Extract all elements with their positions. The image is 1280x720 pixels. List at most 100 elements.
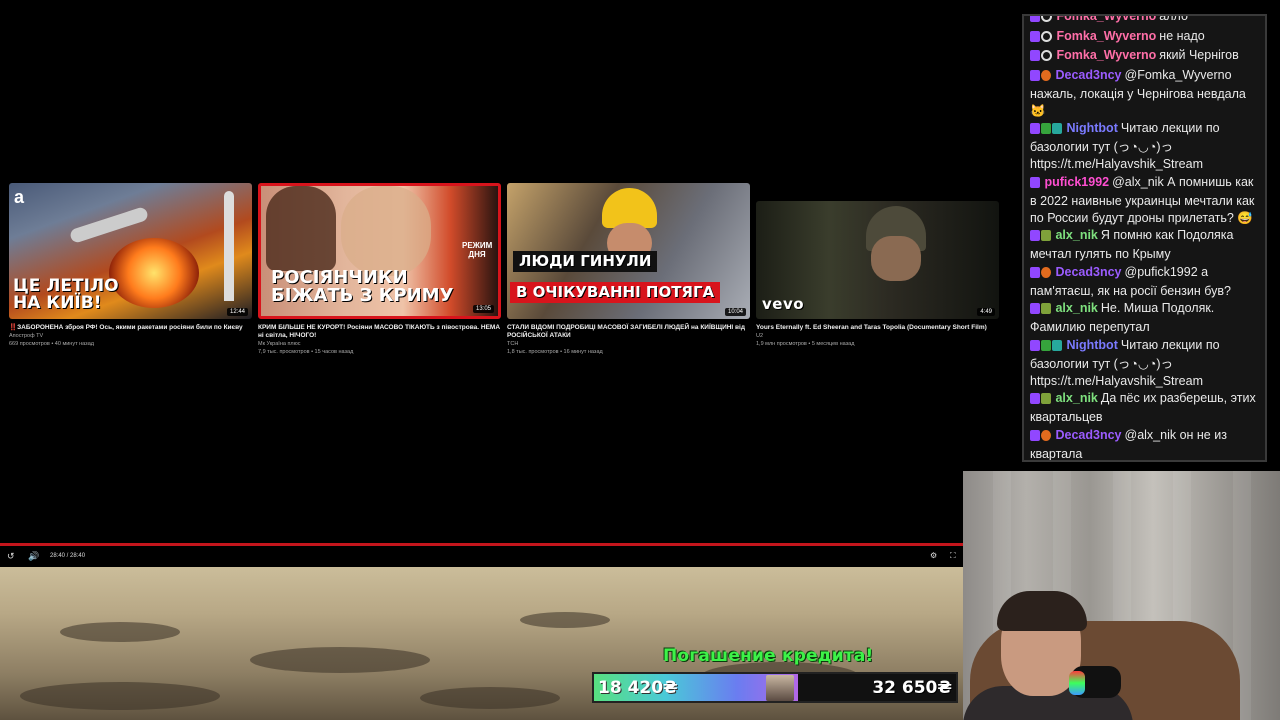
chat-username[interactable]: Nightbot	[1066, 121, 1117, 135]
twitch-badge-icon	[1030, 393, 1040, 404]
rezhym-dnya-label: РЕЖИМ ДНЯ	[462, 241, 493, 259]
pencil-badge-icon	[1041, 339, 1051, 351]
video-thumbnail[interactable]: ЛЮДИ ГИНУЛИ В ОЧІКУВАННІ ПОТЯГА 10:04	[507, 183, 750, 319]
chat-text: який Чернігов	[1159, 48, 1239, 62]
chat-message: Decad3ncy @Fomka_Wyverno нажаль, локація …	[1024, 67, 1265, 120]
chat-username[interactable]: alx_nik	[1055, 391, 1097, 405]
chat-message: Nightbot Читаю лекции по базологии тут (っ…	[1024, 337, 1265, 390]
twitch-badge-icon	[1030, 176, 1040, 188]
chat-message: Fomka_Wyverno алло	[1024, 14, 1265, 27]
chat-message: alx_nik Да пёс их разберешь, этих квартал…	[1024, 390, 1265, 426]
chat-text: не надо	[1159, 28, 1205, 43]
video-title[interactable]: КРИМ БІЛЬШЕ НЕ КУРОРТ! Росіяни МАСОВО ТІ…	[258, 324, 501, 340]
firefighter-helmet-icon	[602, 188, 657, 228]
chat-badges	[1030, 392, 1052, 409]
chat-username[interactable]: Decad3ncy	[1055, 265, 1121, 279]
ring-badge-icon	[1041, 16, 1052, 22]
video-card[interactable]: a ЦЕ ЛЕТІЛО НА КИЇВ! 12:44 ‼️ЗАБОРОНЕНА …	[9, 183, 252, 348]
chat-message: alx_nik Я помню как Подоляка мечтал гулят…	[1024, 227, 1265, 263]
goal-avatar	[766, 675, 794, 701]
streamer-hair	[997, 591, 1087, 631]
chat-text: алло	[1159, 14, 1188, 23]
twitch-badge-icon	[1030, 303, 1040, 314]
chat-username[interactable]: Decad3ncy	[1055, 428, 1121, 442]
twitch-badge-icon	[1030, 266, 1040, 278]
orange-badge-icon	[1041, 69, 1051, 81]
chat-message: pufick1992 @alx_nik А помнишь как в 2022 …	[1024, 174, 1265, 227]
chat-badges	[1030, 49, 1053, 66]
rocket-icon	[224, 191, 234, 301]
video-meta: 1,8 тыс. просмотров • 16 минут назад	[507, 349, 603, 355]
video-player[interactable]: a ЦЕ ЛЕТІЛО НА КИЇВ! 12:44 ‼️ЗАБОРОНЕНА …	[0, 0, 999, 548]
time-display: 28:40 / 28:40	[50, 553, 86, 559]
chat-username[interactable]: alx_nik	[1055, 301, 1097, 315]
video-card[interactable]: ЛЮДИ ГИНУЛИ В ОЧІКУВАННІ ПОТЯГА 10:04 СТ…	[507, 183, 750, 356]
donation-current-amount: 18 420₴	[598, 678, 678, 698]
missile-icon	[68, 205, 150, 245]
twitch-badge-icon	[1030, 339, 1040, 351]
chat-badges	[1030, 16, 1053, 27]
player-controls: ↺ 🔊 28:40 / 28:40 ⚙ ⛶	[0, 548, 963, 566]
chat-username[interactable]: Fomka_Wyverno	[1056, 48, 1156, 62]
video-meta: 7,9 тыс. просмотров • 15 часов назад	[258, 349, 354, 355]
orange-badge-icon	[1041, 266, 1051, 278]
soldier-face	[871, 236, 921, 281]
video-thumbnail[interactable]: РЕЖИМ ДНЯ РОСІЯНЧИКИ БІЖАТЬ З КРИМУ 13:0…	[258, 183, 501, 319]
volume-icon[interactable]: 🔊	[28, 551, 39, 562]
person-hair	[266, 186, 336, 271]
donation-goal-amount: 32 650₴	[872, 678, 952, 698]
video-channel[interactable]: Апостроф TV	[9, 332, 252, 340]
mic-rgb-light	[1069, 671, 1085, 695]
chat-username[interactable]: Decad3ncy	[1055, 68, 1121, 82]
chat-panel[interactable]: Fomka_Wyverno алло Fomka_Wyverno не надо F…	[1022, 14, 1267, 462]
thumbnail-overlay-text-bottom: В ОЧІКУВАННІ ПОТЯГА	[510, 282, 721, 303]
chat-badges	[1030, 339, 1063, 356]
chat-username[interactable]: alx_nik	[1055, 228, 1097, 242]
twitch-badge-icon	[1030, 16, 1040, 22]
ring-badge-icon	[1041, 30, 1052, 42]
video-card[interactable]: РЕЖИМ ДНЯ РОСІЯНЧИКИ БІЖАТЬ З КРИМУ 13:0…	[258, 183, 501, 356]
video-card[interactable]: vevo 4:49 Yours Eternally ft. Ed Sheeran…	[756, 183, 999, 348]
replay-icon[interactable]: ↺	[7, 551, 15, 562]
settings-icon[interactable]: ⚙	[930, 551, 937, 560]
video-title[interactable]: Yours Eternally ft. Ed Sheeran and Taras…	[756, 324, 999, 332]
video-channel[interactable]: ТСН	[507, 340, 750, 348]
video-duration: 4:49	[977, 308, 995, 316]
twitch-badge-icon	[1030, 69, 1040, 81]
chat-badges	[1030, 429, 1052, 446]
fullscreen-icon[interactable]: ⛶	[950, 551, 956, 561]
stream-layout: a ЦЕ ЛЕТІЛО НА КИЇВ! 12:44 ‼️ЗАБОРОНЕНА …	[0, 0, 1280, 720]
webcam-feed	[963, 471, 1280, 720]
thumbnail-overlay-text: ЦЕ ЛЕТІЛО НА КИЇВ!	[13, 276, 119, 313]
video-meta: 1,9 млн просмотров • 5 месяцев назад	[756, 341, 855, 347]
chat-badges	[1030, 30, 1053, 47]
orange-badge-icon	[1041, 429, 1051, 441]
teal-badge-icon	[1052, 123, 1062, 134]
chat-username[interactable]: Fomka_Wyverno	[1056, 29, 1156, 43]
video-title[interactable]: ‼️ЗАБОРОНЕНА зброя РФ! Ось, якими ракета…	[9, 324, 252, 332]
video-title[interactable]: СТАЛИ ВІДОМІ ПОДРОБИЦІ МАСОВОЇ ЗАГИБЕЛІ …	[507, 324, 750, 340]
video-thumbnail[interactable]: a ЦЕ ЛЕТІЛО НА КИЇВ! 12:44	[9, 183, 252, 319]
donation-goal-title: Погашение кредита!	[663, 646, 874, 666]
video-duration: 10:04	[724, 308, 746, 316]
olive-badge-icon	[1041, 230, 1051, 241]
teal-badge-icon	[1052, 339, 1062, 351]
chat-message-list: Fomka_Wyverno алло Fomka_Wyverno не надо F…	[1024, 14, 1265, 460]
chat-message: Decad3ncy @alx_nik он не из квартала	[1024, 427, 1265, 460]
chat-message: Nightbot Читаю лекции по базологии тут (っ…	[1024, 120, 1265, 173]
chat-username[interactable]: pufick1992	[1044, 175, 1109, 189]
chat-badges	[1030, 266, 1052, 283]
video-thumbnail[interactable]: vevo 4:49	[756, 201, 999, 319]
video-channel[interactable]: U2	[756, 332, 999, 340]
video-meta: 669 просмотров • 40 минут назад	[9, 341, 94, 347]
progress-bar[interactable]	[0, 543, 963, 546]
chat-username[interactable]: Fomka_Wyverno	[1056, 16, 1156, 23]
olive-badge-icon	[1041, 303, 1051, 314]
video-duration: 12:44	[226, 308, 248, 316]
chat-badges	[1030, 302, 1052, 319]
twitch-badge-icon	[1030, 429, 1040, 441]
chat-username[interactable]: Nightbot	[1066, 338, 1117, 352]
video-channel[interactable]: Мк Україна плюс	[258, 340, 501, 348]
chat-badges	[1030, 69, 1052, 86]
explosion-icon	[109, 238, 199, 308]
